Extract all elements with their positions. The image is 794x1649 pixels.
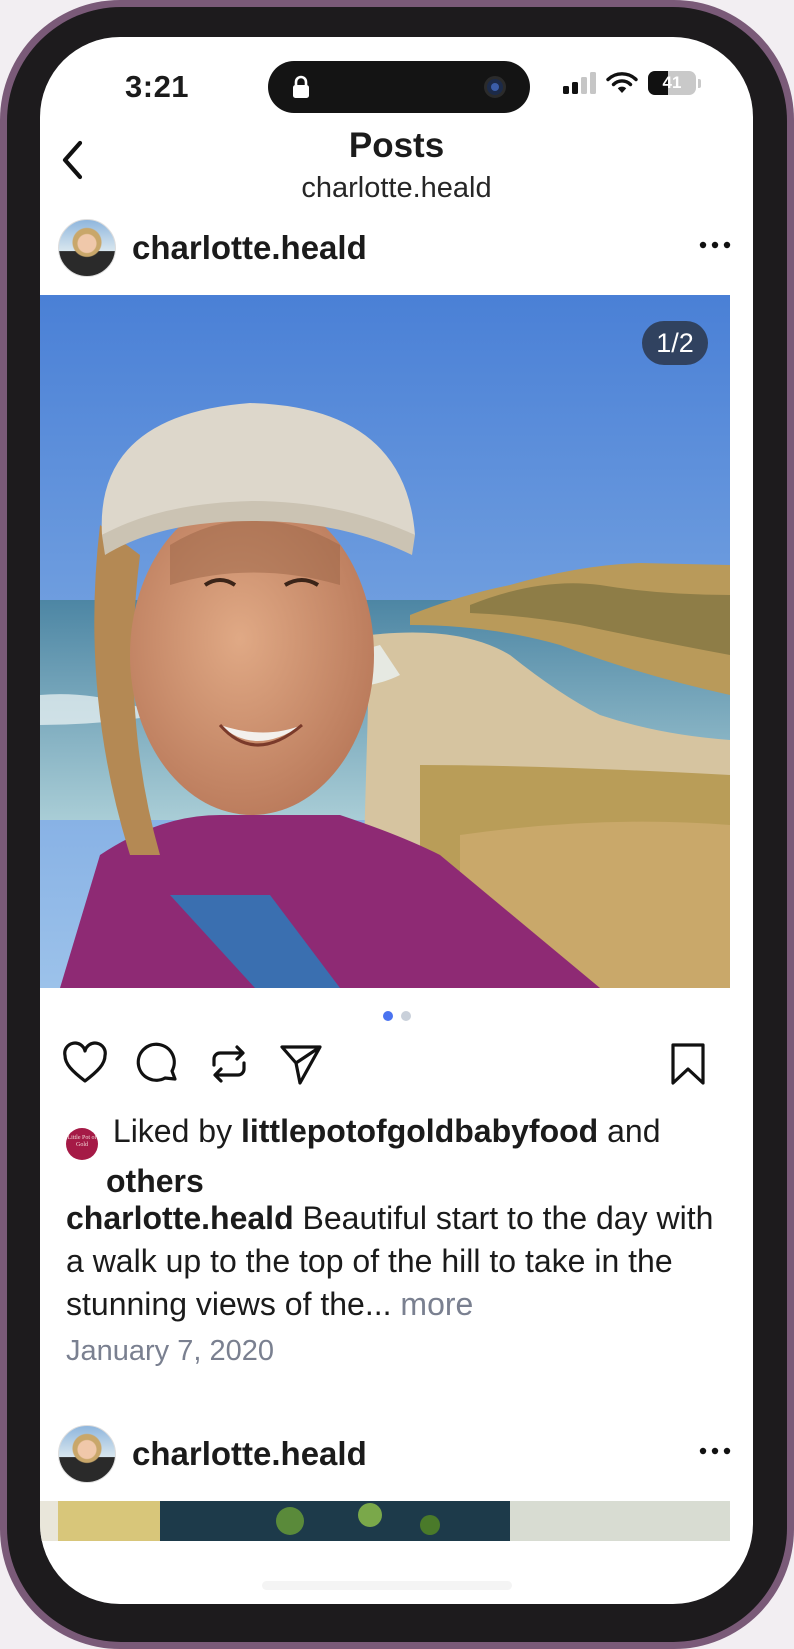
post-username[interactable]: charlotte.heald: [132, 229, 367, 267]
likes-summary[interactable]: Little Pot of Gold Liked by littlepotofg…: [66, 1110, 735, 1203]
heart-icon[interactable]: [62, 1041, 108, 1087]
avatar[interactable]: [58, 219, 116, 277]
page-title: Posts: [348, 126, 445, 165]
carousel-dot: [400, 1011, 411, 1021]
post-image: [40, 295, 730, 988]
post-header: charlotte.heald: [40, 201, 753, 295]
phone-bezel: 3:21 41 Posts charlotte.heald charlotte.…: [7, 7, 787, 1642]
camera-icon: [484, 76, 506, 98]
battery-icon: 41: [648, 71, 696, 95]
next-post-image-preview: [40, 1501, 730, 1541]
carousel-dots: [40, 1011, 753, 1021]
screen: 3:21 41 Posts charlotte.heald charlotte.…: [40, 37, 753, 1604]
repost-icon[interactable]: [206, 1041, 252, 1087]
battery-level: 41: [662, 73, 682, 92]
more-horizontal-icon[interactable]: [699, 1445, 731, 1457]
post-date: January 7, 2020: [66, 1335, 274, 1367]
caption-username[interactable]: charlotte.heald: [66, 1200, 294, 1236]
home-indicator[interactable]: [262, 1581, 512, 1590]
status-bar: 3:21 41: [40, 37, 753, 127]
wifi-icon: [606, 72, 638, 93]
status-time: 3:21: [125, 69, 190, 104]
comment-icon[interactable]: [135, 1041, 181, 1087]
cellular-signal-icon: [563, 72, 596, 94]
phone-frame: 3:21 41 Posts charlotte.heald charlotte.…: [0, 0, 794, 1649]
avatar[interactable]: [58, 1425, 116, 1483]
post-username[interactable]: charlotte.heald: [132, 1435, 367, 1473]
likes-conjunction: and: [607, 1113, 661, 1149]
lock-icon: [293, 75, 309, 98]
more-horizontal-icon[interactable]: [699, 239, 731, 251]
caption-more-link[interactable]: more: [400, 1286, 473, 1322]
carousel-counter: 1/2: [642, 321, 708, 365]
post-caption: charlotte.heald Beautiful start to the d…: [66, 1197, 729, 1326]
chevron-left-icon[interactable]: [54, 135, 94, 185]
likes-prefix: Liked by: [112, 1113, 233, 1149]
next-post-header: charlotte.heald: [40, 1407, 753, 1501]
liker-username[interactable]: littlepotofgoldbabyfood: [241, 1113, 598, 1149]
bookmark-icon[interactable]: [665, 1041, 711, 1087]
carousel-dot: [382, 1011, 393, 1021]
dynamic-island: [268, 61, 530, 113]
nav-header: Posts charlotte.heald: [40, 123, 753, 204]
post-photo[interactable]: 1/2: [40, 295, 730, 988]
action-bar: [40, 1041, 753, 1091]
status-indicators: 41: [563, 71, 701, 95]
liker-avatar: Little Pot of Gold: [66, 1128, 98, 1160]
send-icon[interactable]: [278, 1041, 324, 1087]
next-post-image[interactable]: [40, 1501, 753, 1541]
